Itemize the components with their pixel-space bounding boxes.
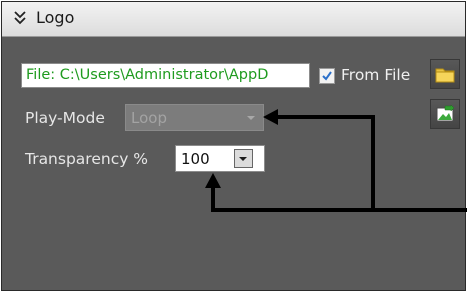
annotation-arrows: [205, 109, 467, 212]
